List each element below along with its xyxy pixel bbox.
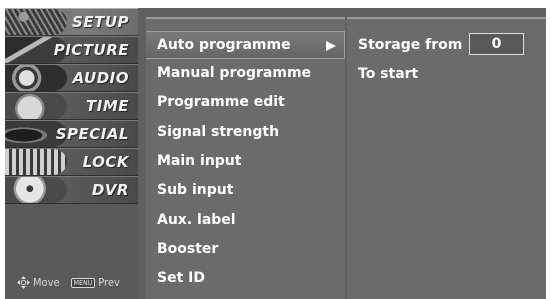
dvr-thumbnail-icon [5,177,67,203]
category-picture-label: PICTURE [53,41,129,59]
menu-item-label: Signal strength [157,124,280,140]
menu-item-aux-label[interactable]: Aux. label [146,207,345,235]
category-special[interactable]: SPECIAL [5,120,138,148]
setup-menu: Auto programme Manual programme Programm… [146,17,345,299]
menu-item-label: Manual programme [157,65,312,81]
category-special-label: SPECIAL [55,125,129,143]
menu-key-icon: MENU [70,277,96,288]
category-picture[interactable]: PICTURE [5,36,138,64]
menu-item-booster[interactable]: Booster [146,236,345,264]
menu-item-label: Auto programme [157,37,291,53]
category-setup[interactable]: SETUP [5,8,138,36]
submenu-arrow-icon [326,41,336,51]
time-thumbnail-icon [5,93,67,119]
menu-item-label: Booster [157,241,219,257]
category-lock[interactable]: LOCK [5,148,138,176]
setup-thumbnail-icon [5,9,67,35]
category-time[interactable]: TIME [5,92,138,120]
lock-thumbnail-icon [5,149,67,175]
move-hint-label: Move [33,276,60,289]
menu-item-label: Set ID [157,270,205,286]
menu-item-sub-input[interactable]: Sub input [146,177,345,205]
category-lock-label: LOCK [82,153,129,171]
menu-item-label: Main input [157,153,242,169]
storage-from-value-field[interactable]: 0 [469,33,524,55]
menu-item-manual-programme[interactable]: Manual programme [146,60,345,88]
category-sidebar: SETUP PICTURE AUDIO TIME SPECIAL LOCK DV… [5,8,138,299]
menu-item-main-input[interactable]: Main input [146,148,345,176]
menu-item-signal-strength[interactable]: Signal strength [146,119,345,147]
menu-item-label: Sub input [157,182,234,198]
category-setup-label: SETUP [72,13,129,31]
move-dpad-icon [17,276,30,289]
category-dvr[interactable]: DVR [5,176,138,204]
category-audio[interactable]: AUDIO [5,64,138,92]
prev-hint-label: Prev [98,276,120,289]
auto-programme-panel: Storage from 0 To start [347,17,546,299]
menu-item-label: Programme edit [157,94,285,110]
menu-item-auto-programme[interactable]: Auto programme [146,31,345,59]
audio-thumbnail-icon [5,65,67,91]
storage-from-label: Storage from [358,37,463,53]
menu-item-set-id[interactable]: Set ID [146,265,345,293]
category-audio-label: AUDIO [72,69,129,87]
category-time-label: TIME [86,97,129,115]
navigation-hints: Move MENU Prev [17,276,120,289]
menu-item-programme-edit[interactable]: Programme edit [146,89,345,117]
category-dvr-label: DVR [91,181,129,199]
menu-item-label: Aux. label [157,212,236,228]
to-start-action[interactable]: To start [358,66,418,82]
